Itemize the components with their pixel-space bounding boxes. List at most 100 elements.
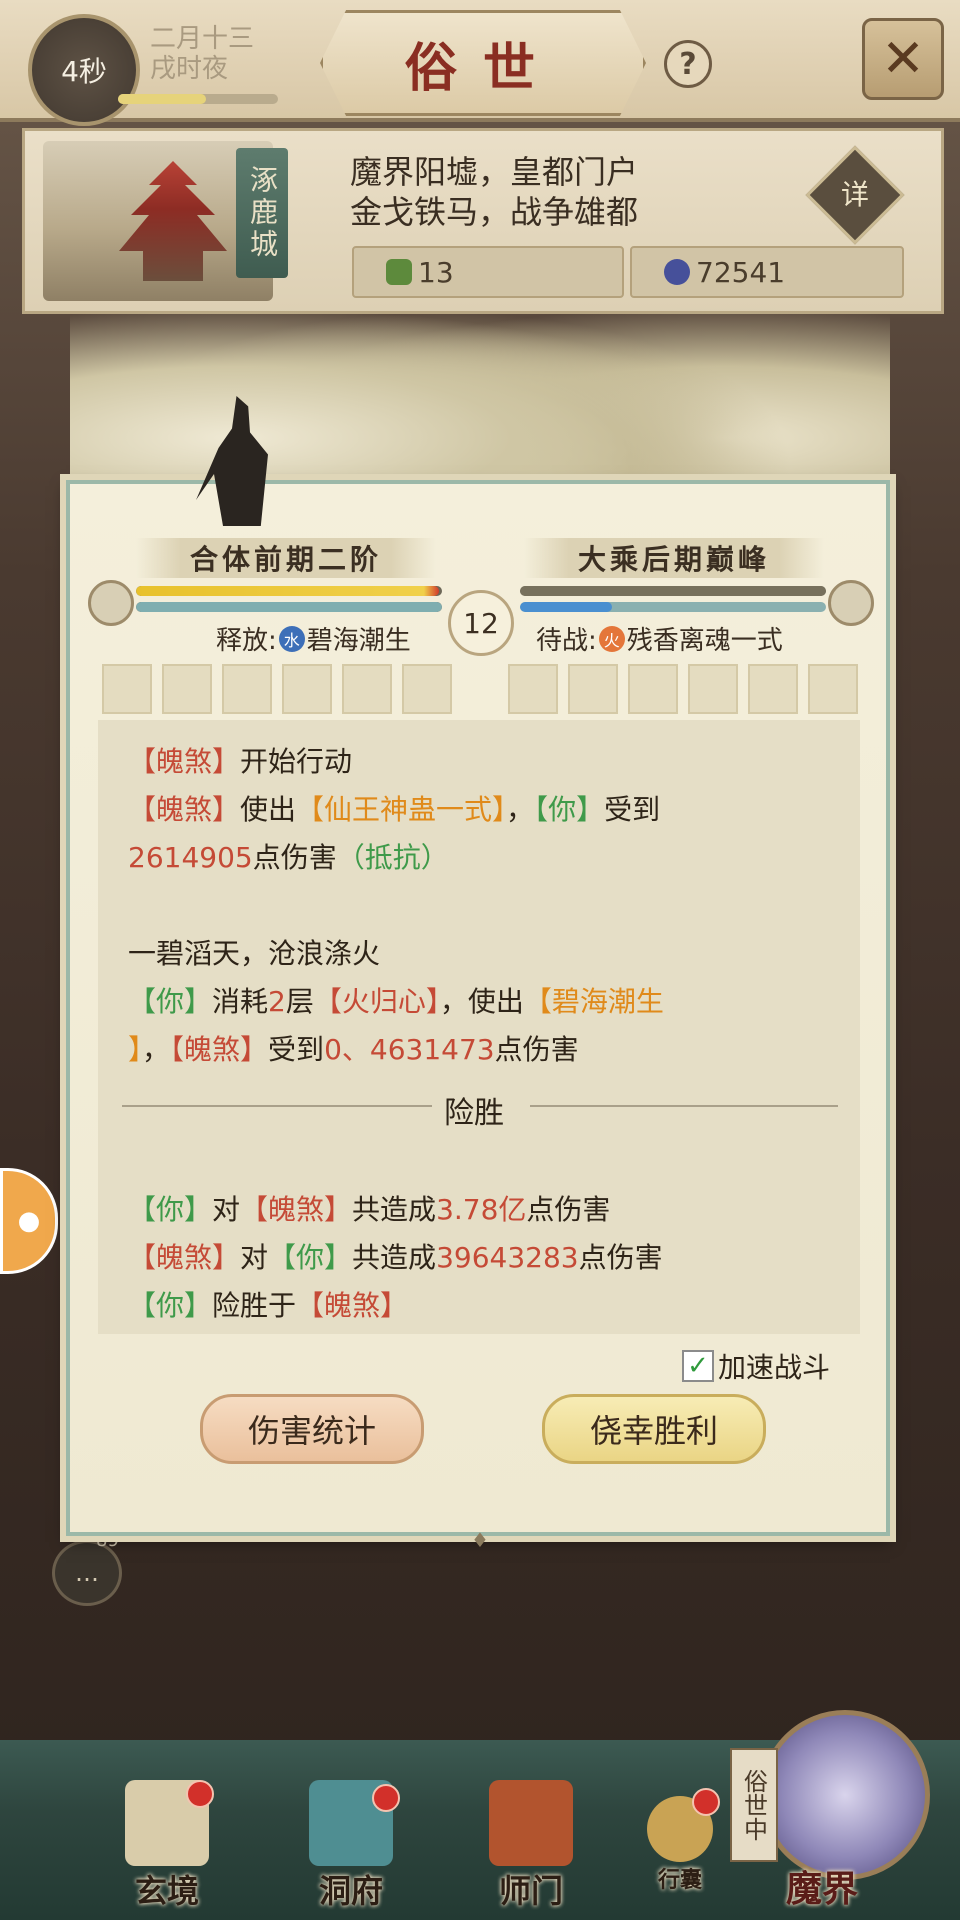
enemy-hp-fill bbox=[520, 586, 826, 596]
buff-slot bbox=[402, 664, 452, 714]
fire-element-icon: 火 bbox=[598, 625, 625, 652]
pagoda-image bbox=[119, 161, 227, 281]
player-mana-bar bbox=[136, 602, 442, 612]
resist-tag: （抵抗） bbox=[336, 841, 449, 874]
checkmark-icon: ✓ bbox=[687, 1351, 709, 1381]
summary-line: 【你】险胜于【魄煞】 bbox=[128, 1284, 408, 1324]
log-text: 一碧滔天，沧浪涤火 bbox=[128, 937, 381, 970]
buff-slot bbox=[342, 664, 392, 714]
log-text: 共造成 bbox=[352, 1193, 437, 1226]
time-progress-bar bbox=[118, 94, 278, 104]
log-line: 【魄煞】开始行动 bbox=[128, 740, 352, 780]
log-line: 【你】消耗2层【火归心】，使出【碧海潮生 bbox=[128, 980, 664, 1020]
crossed-swords-icon: ✕ bbox=[881, 29, 925, 89]
nav-label: 行囊 bbox=[657, 1867, 702, 1893]
damage-value: 2614905 bbox=[128, 841, 253, 874]
detail-label: 详 bbox=[840, 178, 869, 211]
city-desc-line1: 魔界阳墟，皇都门户 bbox=[350, 153, 639, 191]
player-hp-fill bbox=[136, 586, 439, 596]
divider bbox=[530, 1105, 838, 1107]
chat-icon: … bbox=[75, 1559, 99, 1587]
nav-shimen[interactable]: 师门 bbox=[476, 1780, 586, 1910]
damage-value: 0、4631473 bbox=[324, 1033, 495, 1066]
enemy-name: 【魄煞】 bbox=[296, 1289, 409, 1322]
damage-stats-button[interactable]: 伤害统计 bbox=[200, 1394, 424, 1464]
buff-slot bbox=[162, 664, 212, 714]
nav-dongfu[interactable]: 洞府 bbox=[296, 1780, 406, 1910]
player-realm: 合体前期二阶 bbox=[136, 538, 436, 578]
date-hour: 戌时夜 bbox=[150, 54, 229, 84]
divider bbox=[122, 1105, 432, 1107]
date-day: 二月十三 bbox=[150, 24, 255, 54]
log-text: ， bbox=[142, 1033, 171, 1066]
log-text: 受到 bbox=[268, 1033, 325, 1066]
log-text: 点伤害 bbox=[578, 1241, 663, 1274]
nav-xingnang[interactable]: 行囊 bbox=[630, 1780, 730, 1910]
skill-name: 碧海潮生 bbox=[306, 626, 411, 656]
page-title: 俗世 bbox=[320, 10, 646, 116]
ornament-icon: ♦ bbox=[471, 1528, 489, 1552]
log-text: 消耗 bbox=[212, 985, 269, 1018]
summary-line: 【你】对【魄煞】共造成3.78亿点伤害 bbox=[128, 1188, 610, 1228]
notification-dot bbox=[372, 1784, 400, 1812]
buff-slot bbox=[568, 664, 618, 714]
skill-name: 【碧海潮生 bbox=[523, 985, 664, 1018]
stack-count: 2 bbox=[268, 985, 286, 1018]
log-line: 一碧滔天，沧浪涤火 bbox=[128, 932, 380, 972]
enemy-skill-status: 待战: 火 残香离魂一式 bbox=[536, 620, 783, 657]
skill-prefix: 待战: bbox=[536, 626, 597, 656]
log-text: ， bbox=[506, 793, 535, 826]
damage-value: 39643283 bbox=[436, 1241, 579, 1274]
victory-confirm-button[interactable]: 侥幸胜利 bbox=[542, 1394, 766, 1464]
enemy-realm: 大乘后期巅峰 bbox=[524, 538, 824, 578]
skill-name: 【仙王神蛊一式】 bbox=[296, 793, 507, 826]
round-counter: 12 bbox=[448, 590, 514, 656]
log-line: 】，【魄煞】受到0、4631473点伤害 bbox=[128, 1028, 579, 1068]
player-name: 【你】 bbox=[268, 1241, 353, 1274]
city-description: 魔界阳墟，皇都门户 金戈铁马，战争雄都 bbox=[350, 152, 638, 232]
player-name: 【你】 bbox=[128, 1289, 213, 1322]
summary-line: 【魄煞】对【你】共造成39643283点伤害 bbox=[128, 1236, 663, 1276]
log-text: 点伤害 bbox=[252, 841, 337, 874]
nav-label: 洞府 bbox=[318, 1872, 383, 1910]
city-desc-line2: 金戈铁马，战争雄都 bbox=[350, 193, 639, 231]
log-line: 【魄煞】使出【仙王神蛊一式】，【你】受到 bbox=[128, 788, 660, 828]
skill-name: 】 bbox=[128, 1033, 143, 1066]
accelerate-label: 加速战斗 bbox=[718, 1351, 831, 1384]
battle-result-label: 险胜 bbox=[444, 1096, 504, 1131]
buff-slot bbox=[222, 664, 272, 714]
log-text: 险胜于 bbox=[212, 1289, 297, 1322]
player-hp-bar bbox=[136, 586, 442, 596]
notification-dot bbox=[186, 1780, 214, 1808]
enemy-name: 【魄煞】 bbox=[128, 745, 241, 778]
skill-prefix: 释放: bbox=[216, 626, 277, 656]
log-text: 点伤害 bbox=[526, 1193, 611, 1226]
enemy-hp-bar bbox=[520, 586, 826, 596]
log-text: 对 bbox=[212, 1193, 241, 1226]
player-name: 【你】 bbox=[534, 793, 605, 826]
water-element-icon: 水 bbox=[278, 625, 305, 652]
enemy-mana-bar bbox=[520, 602, 826, 612]
close-button[interactable]: ✕ bbox=[862, 18, 944, 100]
question-icon: ? bbox=[679, 46, 697, 82]
log-text: ，使出 bbox=[439, 985, 524, 1018]
notification-dot bbox=[692, 1788, 720, 1816]
player-portrait-icon[interactable] bbox=[88, 580, 134, 626]
help-button[interactable]: ? bbox=[664, 40, 712, 88]
buff-slot bbox=[282, 664, 332, 714]
nav-xuanjing[interactable]: 玄境 bbox=[112, 1780, 222, 1910]
buff-slot bbox=[808, 664, 858, 714]
enemy-portrait-icon[interactable] bbox=[828, 580, 874, 626]
player-skill-status: 释放: 水 碧海潮生 bbox=[216, 620, 411, 657]
enemy-mana-fill bbox=[520, 602, 612, 612]
buff-slot bbox=[508, 664, 558, 714]
log-text: 受到 bbox=[604, 793, 661, 826]
log-text: 点伤害 bbox=[494, 1033, 579, 1066]
nav-mojie[interactable] bbox=[760, 1710, 930, 1880]
accelerate-checkbox[interactable]: ✓ bbox=[682, 1350, 714, 1382]
buff-slot bbox=[688, 664, 738, 714]
banner-icon bbox=[489, 1780, 573, 1866]
buff-slot bbox=[102, 664, 152, 714]
time-progress-fill bbox=[118, 94, 206, 104]
nav-mojie-label: 魔界 bbox=[786, 1868, 859, 1910]
